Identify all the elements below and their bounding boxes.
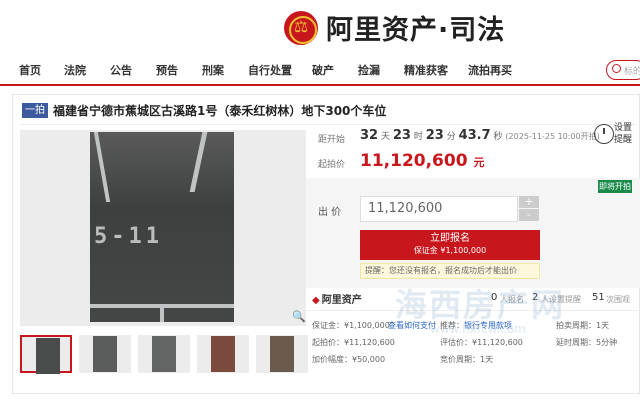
start-price: 11,120,600 元 xyxy=(360,151,484,171)
search-input[interactable]: 标的 xyxy=(606,60,640,80)
countdown: 32 天 23 时 23 分 43.7 秒 (2025-11-25 10:00开… xyxy=(360,128,600,143)
nav-item-criminal[interactable]: 刑案 xyxy=(202,62,224,78)
nav-divider xyxy=(0,84,640,86)
watermark: 海西房产网 xyxy=(395,286,566,324)
nav-item-home[interactable]: 首页 xyxy=(19,62,41,78)
status-badge: 即将开拍 xyxy=(598,180,632,193)
delay-cycle-info: 延时周期：5分钟 xyxy=(556,338,618,347)
start-time: (2025-11-25 10:00开拍) xyxy=(505,132,600,141)
nav-item-bankruptcy[interactable]: 破产 xyxy=(312,62,334,78)
court-emblem-icon xyxy=(284,10,318,45)
set-reminder-button[interactable]: 设置提醒 xyxy=(614,122,634,146)
appraisal-info: 评估价：¥11,120,600 xyxy=(440,338,523,347)
nav-item-court[interactable]: 法院 xyxy=(64,62,86,78)
watermark-url: www.hxfcw.com xyxy=(430,322,526,336)
nav-item-precise-leads[interactable]: 精准获客 xyxy=(404,62,448,78)
bid-period-info: 竞价周期：1天 xyxy=(440,355,494,364)
brand-title: 阿里资产·司法 xyxy=(326,15,506,46)
view-count: 51 xyxy=(592,292,605,303)
nav-item-announcement[interactable]: 公告 xyxy=(110,62,132,78)
ali-logo-icon: ◆ xyxy=(312,295,320,306)
thumbnail-5[interactable] xyxy=(256,335,308,373)
main-nav: 首页 法院 公告 预告 刑案 自行处置 破产 捡漏 精准获客 流拍再买 xyxy=(0,58,640,82)
decrease-bid-button[interactable]: - xyxy=(519,209,539,221)
alarm-clock-icon[interactable] xyxy=(594,124,614,144)
ali-logo-text: 阿里资产 xyxy=(321,295,362,306)
seconds-unit: 秒 xyxy=(493,132,503,142)
title-divider xyxy=(20,124,636,125)
nav-item-resale[interactable]: 流拍再买 xyxy=(468,62,512,78)
increment-info: 加价幅度：¥50,000 xyxy=(312,355,386,364)
bid-input[interactable]: 11,120,600 xyxy=(360,196,518,222)
nav-item-preview[interactable]: 预告 xyxy=(156,62,178,78)
start-price-label: 起拍价 xyxy=(318,160,346,170)
thumbnail-1[interactable] xyxy=(20,335,72,374)
zoom-icon[interactable]: 🔍 xyxy=(292,310,306,323)
view-count-label: 次围观 xyxy=(606,295,630,304)
nav-item-self-disposal[interactable]: 自行处置 xyxy=(248,62,292,78)
increase-bid-button[interactable]: + xyxy=(519,196,539,208)
countdown-minutes: 23 xyxy=(425,128,444,143)
countdown-days: 32 xyxy=(360,128,379,143)
thumbnail-2[interactable] xyxy=(79,335,131,373)
brand-logo[interactable]: 阿里资产·司法 xyxy=(284,8,505,47)
thumbnail-4[interactable] xyxy=(197,335,249,373)
signup-label: 立即报名 xyxy=(430,233,470,244)
countdown-label: 距开始 xyxy=(318,135,346,145)
countdown-seconds: 43.7 xyxy=(458,128,491,143)
nav-item-bargain[interactable]: 捡漏 xyxy=(358,62,380,78)
minutes-unit: 分 xyxy=(446,132,456,142)
bid-label: 出 价 xyxy=(318,207,342,218)
signup-hint: 提醒：您还没有报名，报名成功后才能出价 xyxy=(360,263,540,279)
parking-number-label: 5-11 xyxy=(94,224,163,249)
signup-button[interactable]: 立即报名 保证金 ¥1,100,000 xyxy=(360,230,540,260)
round-badge: 一拍 xyxy=(22,103,48,118)
days-unit: 天 xyxy=(380,132,390,142)
signup-deposit: 保证金 ¥1,100,000 xyxy=(413,246,487,255)
ali-asset-logo: ◆ 阿里资产 xyxy=(312,291,362,306)
search-icon xyxy=(612,64,621,73)
item-title: 福建省宁德市蕉城区古溪路1号（泰禾红树林）地下300个车位 xyxy=(53,104,387,118)
main-photo-panel[interactable]: 5-11 xyxy=(20,130,306,326)
currency-unit: 元 xyxy=(473,156,485,169)
start-price-value: 11,120,600 xyxy=(360,151,468,171)
search-placeholder: 标的 xyxy=(624,67,640,77)
main-photo: 5-11 xyxy=(90,132,234,322)
thumbnail-3[interactable] xyxy=(138,335,190,373)
start-price-info: 起拍价：¥11,120,600 xyxy=(312,338,395,347)
countdown-hours: 23 xyxy=(392,128,411,143)
hours-unit: 时 xyxy=(413,132,423,142)
deposit-info: 保证金：¥1,100,000 xyxy=(312,321,390,330)
